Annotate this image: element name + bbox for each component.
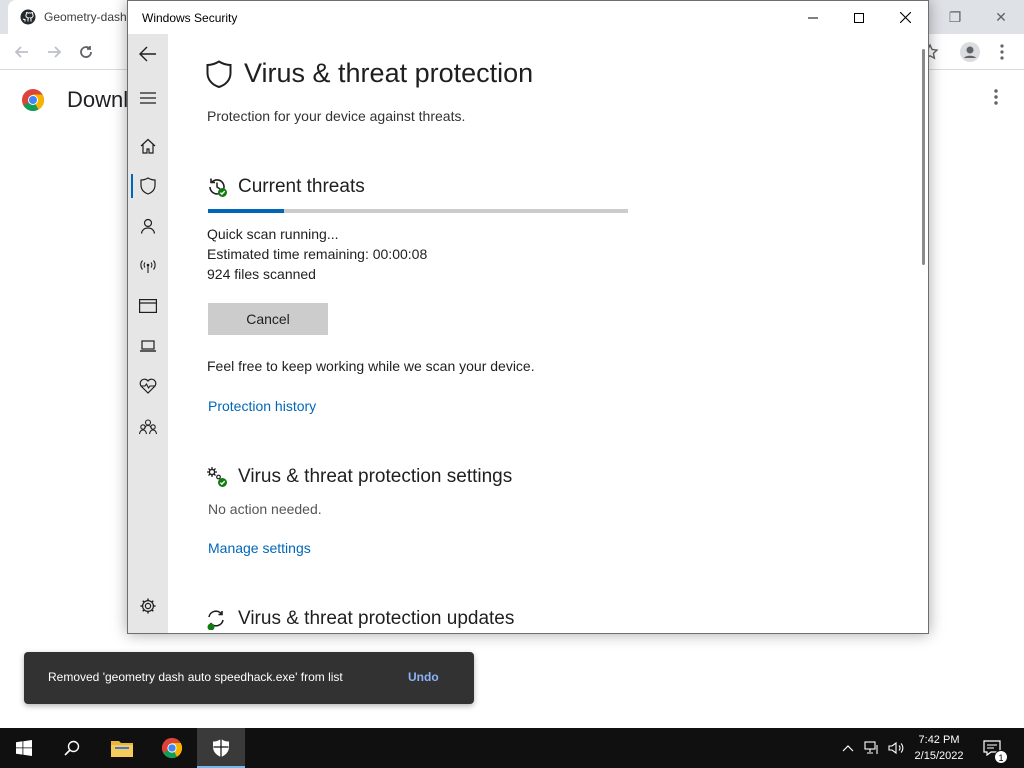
minimize-button[interactable]: [790, 1, 836, 34]
section-title: Virus & threat protection settings: [238, 466, 513, 487]
files-scanned: 924 files scanned: [207, 266, 316, 282]
back-arrow-icon[interactable]: [136, 42, 160, 66]
navigation-pane: [128, 34, 168, 633]
close-icon: [899, 12, 911, 23]
settings-gears-check-icon: [207, 467, 227, 487]
window-title: Windows Security: [142, 11, 238, 25]
restore-icon[interactable]: ❐: [932, 0, 978, 34]
active-indicator: [131, 174, 133, 198]
account-protection-person-icon[interactable]: [136, 214, 160, 238]
tray-overflow-chevron-icon[interactable]: [836, 728, 860, 768]
folder-icon: [111, 741, 133, 757]
hamburger-menu-icon[interactable]: [136, 86, 160, 110]
title-bar: Windows Security: [128, 1, 928, 34]
page-header: Virus & threat protection: [206, 58, 533, 89]
network-icon[interactable]: [860, 728, 884, 768]
manage-settings-link[interactable]: Manage settings: [208, 540, 311, 556]
notification-count-badge: 1: [994, 750, 1008, 764]
app-browser-control-icon[interactable]: [136, 294, 160, 318]
protection-history-link[interactable]: Protection history: [208, 398, 316, 414]
section-title: Virus & threat protection updates: [238, 608, 515, 629]
firewall-network-icon[interactable]: [136, 254, 160, 278]
menu-icon[interactable]: [990, 40, 1014, 64]
undo-button[interactable]: Undo: [408, 670, 439, 684]
chrome-window-controls: ❐ ✕: [932, 0, 1024, 34]
settings-status: No action needed.: [208, 501, 322, 517]
time-remaining: Estimated time remaining: 00:00:08: [207, 246, 427, 262]
scan-status: Quick scan running...: [207, 226, 339, 242]
windows-security-window: Windows Security Virus & threat protecti…: [127, 0, 929, 634]
cancel-scan-button[interactable]: Cancel: [208, 303, 328, 335]
scrollbar-thumb[interactable]: [922, 49, 925, 265]
device-security-laptop-icon[interactable]: [136, 334, 160, 358]
start-button[interactable]: [0, 728, 48, 768]
current-threats-header: Current threats: [206, 176, 365, 198]
file-explorer-button[interactable]: [98, 728, 146, 768]
windows-logo-icon: [16, 740, 32, 756]
maximize-button[interactable]: [836, 1, 882, 34]
windows-security-shield-icon: [213, 739, 229, 757]
family-options-icon[interactable]: [136, 415, 160, 439]
protection-settings-header: Virus & threat protection settings: [206, 466, 512, 488]
time-remaining-label: Estimated time remaining:: [207, 246, 369, 262]
main-content: Virus & threat protection Protection for…: [168, 34, 920, 633]
maximize-icon: [854, 12, 864, 23]
protection-updates-header: Virus & threat protection updates: [206, 608, 514, 630]
section-title: Current threats: [238, 176, 365, 197]
chrome-icon: [161, 737, 183, 759]
page-title: Downl: [67, 87, 129, 112]
clock[interactable]: 7:42 PM 2/15/2022: [904, 732, 974, 764]
close-icon[interactable]: ✕: [978, 0, 1024, 34]
reload-icon[interactable]: [74, 40, 98, 64]
home-icon[interactable]: [136, 134, 160, 158]
scan-info-text: Feel free to keep working while we scan …: [207, 358, 535, 374]
toast-message: Removed 'geometry dash auto speedhack.ex…: [48, 670, 343, 684]
more-options-icon[interactable]: [994, 89, 998, 105]
search-icon: [64, 740, 80, 756]
time-remaining-value: 00:00:08: [372, 246, 428, 262]
snackbar-toast: Removed 'geometry dash auto speedhack.ex…: [24, 652, 474, 704]
scan-progress-fill: [208, 209, 284, 213]
clock-date: 2/15/2022: [914, 750, 964, 762]
windows-security-taskbar-button[interactable]: [197, 728, 245, 768]
chrome-logo-icon: [22, 89, 44, 111]
search-button[interactable]: [48, 728, 96, 768]
clock-time: 7:42 PM: [918, 734, 960, 746]
page-title: Virus & threat protection: [244, 58, 534, 88]
files-scanned-count: 924: [207, 266, 231, 282]
chrome-tab-title: Geometry-dash: [44, 10, 127, 24]
virus-protection-shield-icon[interactable]: [136, 174, 160, 198]
device-performance-heart-icon[interactable]: [136, 374, 160, 398]
scan-progress-bar: [208, 209, 628, 213]
shield-icon: [206, 59, 232, 88]
update-refresh-icon: [207, 610, 224, 630]
page-subtitle: Protection for your device against threa…: [207, 108, 466, 124]
files-scanned-label: files scanned: [234, 266, 316, 282]
back-icon[interactable]: [10, 40, 34, 64]
windows-taskbar: 7:42 PM 2/15/2022 1: [0, 728, 1024, 768]
scan-history-clock-icon: [209, 178, 227, 197]
github-icon: [20, 9, 36, 25]
close-button[interactable]: [882, 1, 928, 34]
profile-icon[interactable]: [958, 40, 982, 64]
minimize-icon: [808, 17, 818, 18]
forward-icon[interactable]: [42, 40, 66, 64]
settings-gear-icon[interactable]: [136, 594, 160, 618]
chrome-taskbar-button[interactable]: [148, 728, 196, 768]
